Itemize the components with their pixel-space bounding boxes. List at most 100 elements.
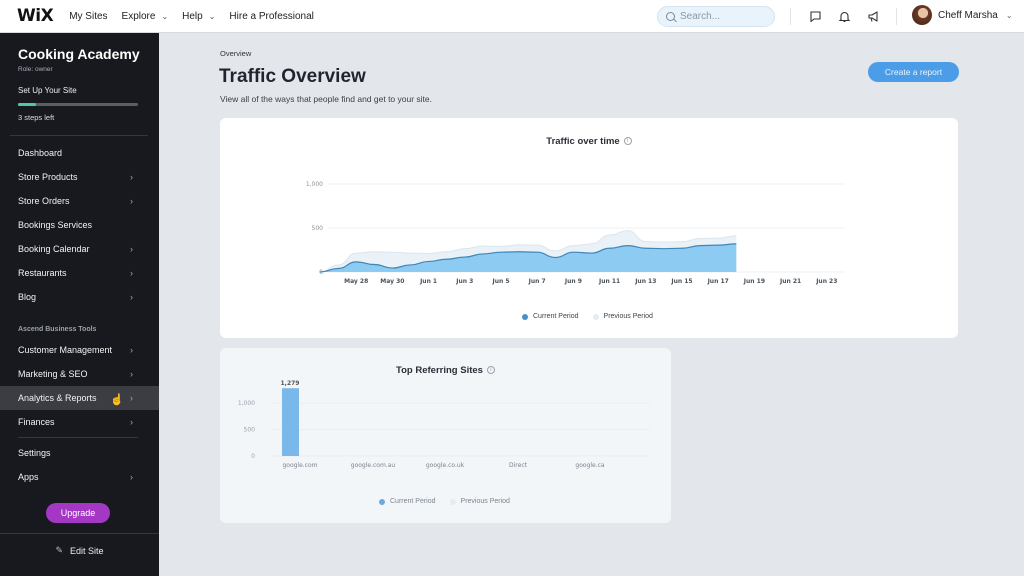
x-tick-label: Direct — [509, 462, 528, 469]
sidebar-item-label: Marketing & SEO — [18, 369, 88, 379]
x-tick-label: Jun 11 — [598, 278, 620, 285]
sidebar-item-booking-calendar[interactable]: Booking Calendar › — [0, 237, 159, 261]
sidebar-item-store-orders[interactable]: Store Orders › — [0, 189, 159, 213]
x-tick-label: Jun 13 — [634, 278, 656, 285]
sidebar-item-label: Blog — [18, 292, 36, 302]
sidebar-item-store-products[interactable]: Store Products › — [0, 165, 159, 189]
nav-my-sites[interactable]: My Sites — [69, 11, 107, 22]
create-report-button[interactable]: Create a report — [868, 62, 959, 82]
chart-title-text: Traffic over time — [546, 136, 619, 147]
legend-current-dot — [522, 314, 528, 320]
setup-site-link[interactable]: Set Up Your Site — [18, 86, 77, 95]
megaphone-icon[interactable] — [866, 9, 880, 23]
y-tick-label: 500 — [244, 427, 256, 434]
info-icon[interactable]: i — [624, 137, 632, 145]
breadcrumb[interactable]: Overview — [220, 49, 251, 58]
x-tick-label: google.co.uk — [426, 462, 465, 469]
x-tick-label: Jun 1 — [419, 278, 437, 285]
legend-previous-label: Previous Period — [604, 313, 653, 320]
search-placeholder: Search... — [680, 11, 720, 22]
chevron-right-icon: › — [130, 172, 133, 182]
referring-sites-chart: 05001,0001,279google.comgoogle.com.augoo… — [220, 376, 671, 506]
nav-label: Hire a Professional — [229, 11, 313, 22]
user-menu[interactable]: Cheff Marsha ⌄ — [912, 5, 1013, 25]
chevron-right-icon: › — [130, 417, 133, 427]
edit-site-button[interactable]: ✎ Edit Site — [0, 545, 159, 556]
sidebar-item-restaurants[interactable]: Restaurants› — [0, 261, 159, 285]
chart-title: Top Referring Sitesi — [220, 365, 671, 376]
nav-help[interactable]: Help⌄ — [182, 11, 215, 22]
chevron-down-icon: ⌄ — [209, 12, 216, 21]
x-tick-label: Jun 7 — [528, 278, 546, 285]
divider — [896, 8, 897, 25]
section-label: Ascend Business Tools — [18, 326, 96, 333]
wix-logo[interactable]: WiX — [17, 6, 53, 26]
sidebar-item-label: Analytics & Reports — [18, 393, 97, 403]
x-tick-label: May 28 — [344, 278, 368, 285]
divider — [0, 533, 159, 534]
chevron-right-icon: › — [130, 369, 133, 379]
sidebar-item-label: Bookings Services — [18, 220, 92, 230]
x-tick-label: Jun 3 — [455, 278, 473, 285]
site-name[interactable]: Cooking Academy — [18, 46, 140, 62]
pointer-cursor-icon: ☝ — [110, 393, 124, 406]
traffic-over-time-card: Traffic over timei 05001,000May 28May 30… — [220, 118, 958, 338]
info-icon[interactable]: i — [487, 366, 495, 374]
chevron-right-icon: › — [130, 345, 133, 355]
chevron-right-icon: › — [130, 472, 133, 482]
bell-icon[interactable] — [837, 9, 851, 23]
x-tick-label: google.com.au — [351, 462, 396, 469]
sidebar-item-label: Apps — [18, 472, 39, 482]
nav-hire-professional[interactable]: Hire a Professional — [229, 11, 313, 22]
sidebar-item-label: Booking Calendar — [18, 244, 90, 254]
top-bar: WiX My Sites Explore⌄ Help⌄ Hire a Profe… — [0, 0, 1024, 33]
nav-label: Explore — [122, 11, 156, 22]
sidebar-item-settings[interactable]: Settings — [0, 441, 159, 465]
nav-label: My Sites — [69, 11, 107, 22]
sidebar-item-label: Store Products — [18, 172, 78, 182]
sidebar-item-label: Customer Management — [18, 345, 112, 355]
chevron-right-icon: › — [130, 196, 133, 206]
x-tick-label: google.ca — [575, 462, 605, 469]
setup-progress-fill — [18, 103, 36, 106]
legend-current-label: Current Period — [533, 313, 579, 320]
sidebar-item-label: Finances — [18, 417, 55, 427]
divider — [10, 135, 148, 136]
bar-data-label: 1,279 — [281, 380, 300, 387]
user-name: Cheff Marsha — [938, 10, 998, 21]
upgrade-button[interactable]: Upgrade — [46, 503, 110, 523]
bar-google-com[interactable] — [282, 388, 299, 456]
sidebar-item-label: Settings — [18, 448, 51, 458]
legend-current-label: Current Period — [390, 498, 436, 505]
chat-icon[interactable] — [808, 9, 822, 23]
y-tick-label: 1,000 — [306, 181, 323, 188]
setup-progress-bar — [18, 103, 138, 106]
x-tick-label: Jun 15 — [670, 278, 692, 285]
x-tick-label: Jun 17 — [707, 278, 729, 285]
x-tick-label: Jun 23 — [815, 278, 837, 285]
sidebar-item-blog[interactable]: Blog › — [0, 285, 159, 309]
edit-site-label: Edit Site — [70, 546, 104, 556]
nav-explore[interactable]: Explore⌄ — [122, 11, 169, 22]
x-tick-label: Jun 21 — [779, 278, 801, 285]
search-input[interactable]: Search... — [657, 6, 775, 27]
sidebar-item-dashboard[interactable]: Dashboard — [0, 141, 159, 165]
avatar — [912, 5, 932, 25]
sidebar-item-customer-management[interactable]: Customer Management › — [0, 338, 159, 362]
chevron-right-icon: › — [130, 292, 133, 302]
steps-left: 3 steps left — [18, 113, 54, 122]
traffic-chart: 05001,000May 28May 30Jun 1Jun 3Jun 5Jun … — [220, 153, 958, 338]
sidebar-item-marketing-seo[interactable]: Marketing & SEO › — [0, 362, 159, 386]
x-tick-label: Jun 5 — [491, 278, 509, 285]
sidebar-item-bookings-services[interactable]: Bookings Services — [0, 213, 159, 237]
legend-previous-dot — [593, 314, 599, 320]
sidebar-item-apps[interactable]: Apps › — [0, 465, 159, 489]
x-tick-label: google.com — [282, 462, 317, 469]
sidebar-item-analytics-reports[interactable]: Analytics & Reports☝› — [0, 386, 159, 410]
page-subtitle: View all of the ways that people find an… — [220, 94, 432, 104]
sidebar-item-finances[interactable]: Finances › — [0, 410, 159, 434]
sidebar-item-label: Store Orders — [18, 196, 70, 206]
top-nav: My Sites Explore⌄ Help⌄ Hire a Professio… — [69, 11, 328, 22]
chevron-right-icon: › — [130, 244, 133, 254]
x-tick-label: May 30 — [380, 278, 404, 285]
